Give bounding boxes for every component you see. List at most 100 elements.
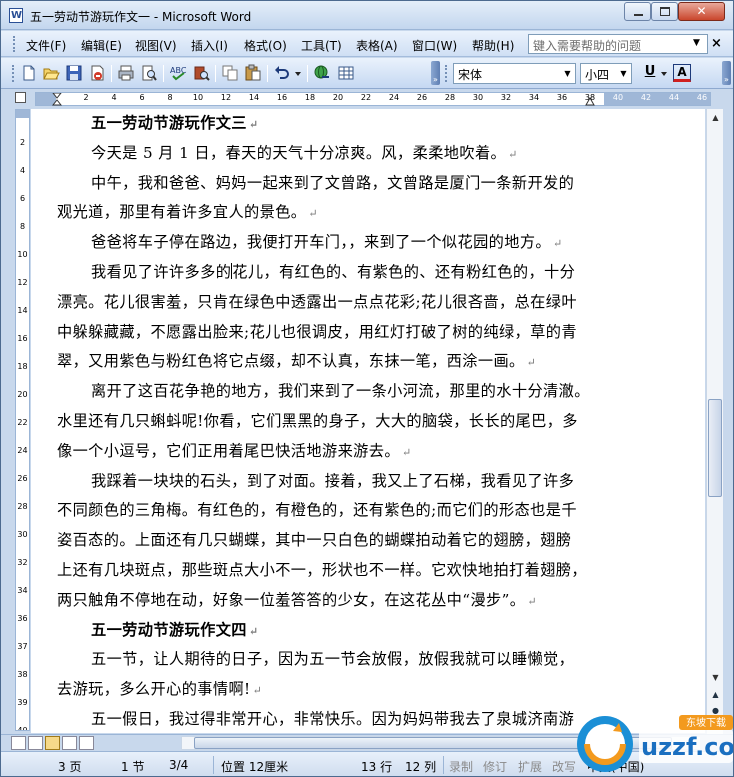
font-size-select[interactable]: 小四 ▼	[580, 63, 632, 84]
toolbar-options-button[interactable]: »	[431, 61, 440, 85]
paste-icon[interactable]	[244, 64, 262, 82]
status-separator	[443, 756, 444, 774]
document-text: 翠，又用紫色与粉红色将它点缀，却不认真，东抹一笔，西涂一画。	[57, 352, 525, 371]
vertical-ruler[interactable]: 2 4 6 8 10 12 14 16 18 20 22 24 26 28 30 32 34 36 37 38 39 40	[15, 109, 30, 731]
paragraph-mark-icon: ↵	[526, 356, 537, 370]
maximize-button[interactable]	[651, 2, 678, 21]
menu-window[interactable]: 窗口(W)	[412, 37, 457, 54]
document-text: 水里还有几只蝌蚪呢!你看，它们黑黑的身子，大大的脑袋，长长的尾巴，多	[57, 412, 578, 430]
title-bar: W 五一劳动节游玩作文一 - Microsoft Word ✕	[1, 1, 733, 30]
print-preview-icon[interactable]	[140, 64, 158, 82]
menu-insert[interactable]: 插入(I)	[191, 37, 228, 54]
normal-view-icon[interactable]	[11, 736, 26, 750]
undo-dropdown-icon[interactable]	[293, 64, 303, 82]
menu-view[interactable]: 视图(V)	[135, 37, 177, 54]
document-line: 上还有几块斑点，那些斑点大小不一，形状也不一样。它欢快地拍打着翅膀，	[57, 560, 587, 580]
underline-dropdown-icon[interactable]	[659, 64, 669, 82]
word-doc-icon[interactable]: W	[9, 8, 23, 23]
research-icon[interactable]	[192, 64, 210, 82]
scroll-thumb[interactable]	[708, 399, 722, 497]
menu-edit[interactable]: 编辑(E)	[81, 37, 122, 54]
print-layout-view-icon[interactable]	[45, 736, 60, 750]
toolbar-grip[interactable]	[12, 65, 15, 82]
menu-help[interactable]: 帮助(H)	[472, 37, 514, 54]
ruler-row: 2 4 6 8 10 12 14 16 18 20 22 24 26 28 30 32 34 36 38 40 42 44…	[1, 90, 733, 109]
watermark-text: uzzf.com	[641, 733, 734, 761]
open-icon[interactable]	[42, 64, 60, 82]
ruler-tick-label: 32	[500, 93, 512, 102]
paragraph-mark-icon: ↵	[553, 237, 563, 251]
status-page-of: 3/4	[169, 758, 189, 772]
ruler-tick-label: 8	[167, 93, 173, 102]
minimize-button[interactable]	[624, 2, 651, 21]
status-line: 13 行	[361, 760, 393, 774]
paragraph-mark-icon: ↵	[527, 594, 537, 608]
toolbar-separator	[215, 65, 216, 82]
document-line: 我看见了许许多多的花儿，有红色的、有紫色的、还有粉红色的，十分	[91, 262, 575, 282]
tab-selector[interactable]	[15, 92, 26, 103]
reading-view-icon[interactable]	[79, 736, 94, 750]
document-text: 我看见了许许多多的	[91, 263, 232, 281]
menu-tools[interactable]: 工具(T)	[301, 37, 342, 54]
document-close-button[interactable]: ×	[711, 36, 722, 51]
font-name-select[interactable]: 宋体 ▼	[453, 63, 576, 84]
spelling-icon[interactable]: ABC	[169, 64, 187, 82]
permission-icon[interactable]	[88, 64, 106, 82]
status-record[interactable]: 录制	[449, 758, 473, 775]
scroll-down-icon[interactable]: ▼	[707, 669, 724, 686]
horizontal-ruler[interactable]: 2 4 6 8 10 12 14 16 18 20 22 24 26 28 30 32 34 36 38 40 42 44…	[35, 92, 711, 106]
document-line: 漂亮。花儿很害羞，只肯在绿色中透露出一点点花彩;花儿很吝啬，总在绿叶	[57, 292, 577, 312]
ruler-tick-label: 28	[444, 93, 456, 102]
status-extend[interactable]: 扩展	[518, 758, 542, 775]
chevron-down-icon[interactable]: ▼	[561, 65, 574, 82]
document-text: 五一假日，我过得非常开心，非常快乐。因为妈妈带我去了泉城济南游	[91, 710, 575, 728]
vertical-scrollbar[interactable]: ▲ ▼ ▲ ● ▼	[706, 109, 723, 735]
status-separator	[213, 756, 214, 774]
status-track-changes[interactable]: 修订	[483, 758, 507, 775]
web-layout-view-icon[interactable]	[28, 736, 43, 750]
copy-icon[interactable]	[221, 64, 239, 82]
format-toolbar-grip[interactable]	[445, 65, 448, 82]
outline-view-icon[interactable]	[62, 736, 77, 750]
print-icon[interactable]	[117, 64, 135, 82]
indent-marker-icon[interactable]	[52, 93, 62, 106]
document-heading: 五一劳动节游玩作文四 ↵	[91, 620, 259, 642]
format-toolbar-options-button[interactable]: »	[722, 61, 731, 85]
close-button[interactable]: ✕	[678, 2, 725, 21]
help-search-input[interactable]: 键入需要帮助的问题	[528, 34, 708, 54]
ruler-tick-label: 40	[612, 93, 624, 102]
paragraph-mark-icon: ↵	[401, 445, 412, 459]
document-text: 姿百态的。上面还有几只蝴蝶，其中一只白色的蝴蝶拍动着它的翅膀，翅膀	[57, 531, 572, 550]
previous-page-icon[interactable]: ▲	[708, 687, 723, 703]
document-text: 两只触角不停地在动，好象一位羞答答的少女，在这花丛中“漫步”。	[57, 590, 526, 609]
paragraph-mark-icon: ↵	[508, 147, 518, 161]
menu-table[interactable]: 表格(A)	[356, 37, 398, 54]
chevron-down-icon[interactable]: ▼	[617, 65, 630, 82]
undo-icon[interactable]	[273, 64, 291, 82]
ruler-tick-label: 22	[360, 93, 372, 102]
scroll-up-icon[interactable]: ▲	[707, 109, 724, 126]
new-icon[interactable]	[20, 64, 38, 82]
underline-button[interactable]: U	[643, 64, 657, 79]
ruler-tick-label: 44	[668, 93, 680, 102]
vruler-tick-label: 36	[17, 614, 28, 623]
ruler-tick-label: 38	[584, 93, 596, 102]
ruler-tick-label: 18	[304, 93, 316, 102]
vruler-tick-label: 38	[17, 670, 28, 679]
table-icon[interactable]	[337, 64, 355, 82]
document-text: 像一个小逗号，它们正用着尾巴快活地游来游去。	[57, 441, 400, 460]
hyperlink-icon[interactable]	[313, 64, 331, 82]
document-page[interactable]: 五一劳动节游玩作文三 ↵ 今天是 5 月 1 日，春天的天气十分凉爽。风，柔柔地吹着…	[31, 109, 705, 733]
chevron-down-icon[interactable]: ▼	[693, 38, 700, 48]
standard-toolbar: ABC » 宋体 ▼ 小四 ▼ U A »	[1, 58, 733, 89]
font-color-button[interactable]: A	[673, 64, 691, 82]
vruler-tick-label: 20	[17, 390, 28, 399]
save-icon[interactable]	[65, 64, 83, 82]
word-doc-icon-letter: W	[11, 10, 23, 21]
menubar-grip[interactable]	[13, 36, 16, 52]
vruler-tick-label: 30	[17, 530, 28, 539]
vruler-tick-label: 22	[17, 418, 28, 427]
menu-format[interactable]: 格式(O)	[244, 37, 287, 54]
document-line: 中躲躲藏藏，不愿露出脸来;花儿也很调皮，用红灯打破了树的纯绿，草的青	[57, 322, 577, 342]
menu-file[interactable]: 文件(F)	[26, 37, 66, 54]
